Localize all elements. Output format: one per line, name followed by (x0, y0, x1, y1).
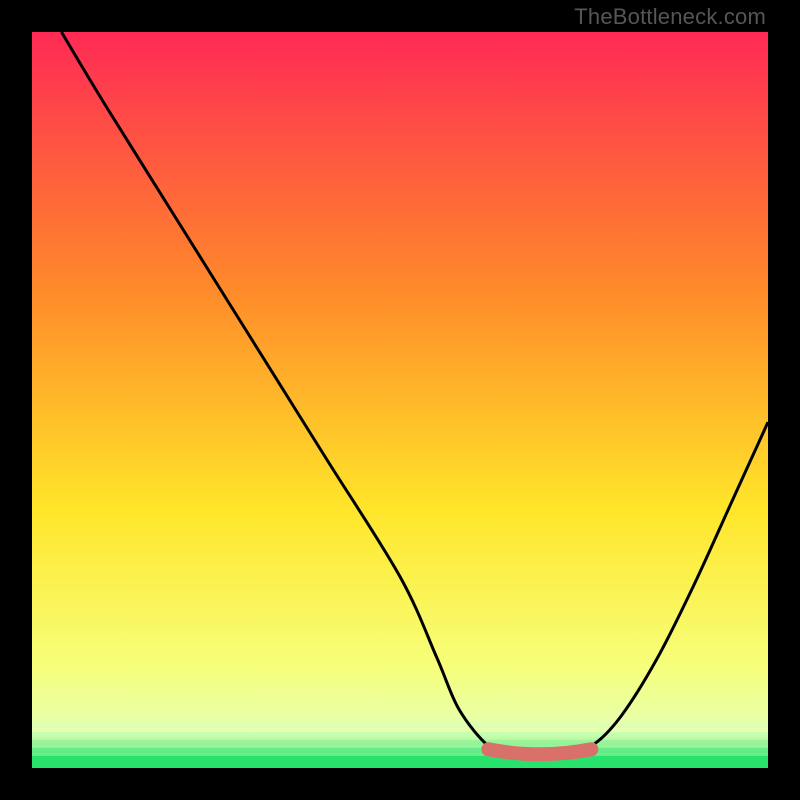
optimal-range-highlight (488, 749, 591, 754)
chart-frame (32, 32, 768, 768)
watermark-text: TheBottleneck.com (574, 4, 766, 30)
bottleneck-chart (32, 32, 768, 768)
